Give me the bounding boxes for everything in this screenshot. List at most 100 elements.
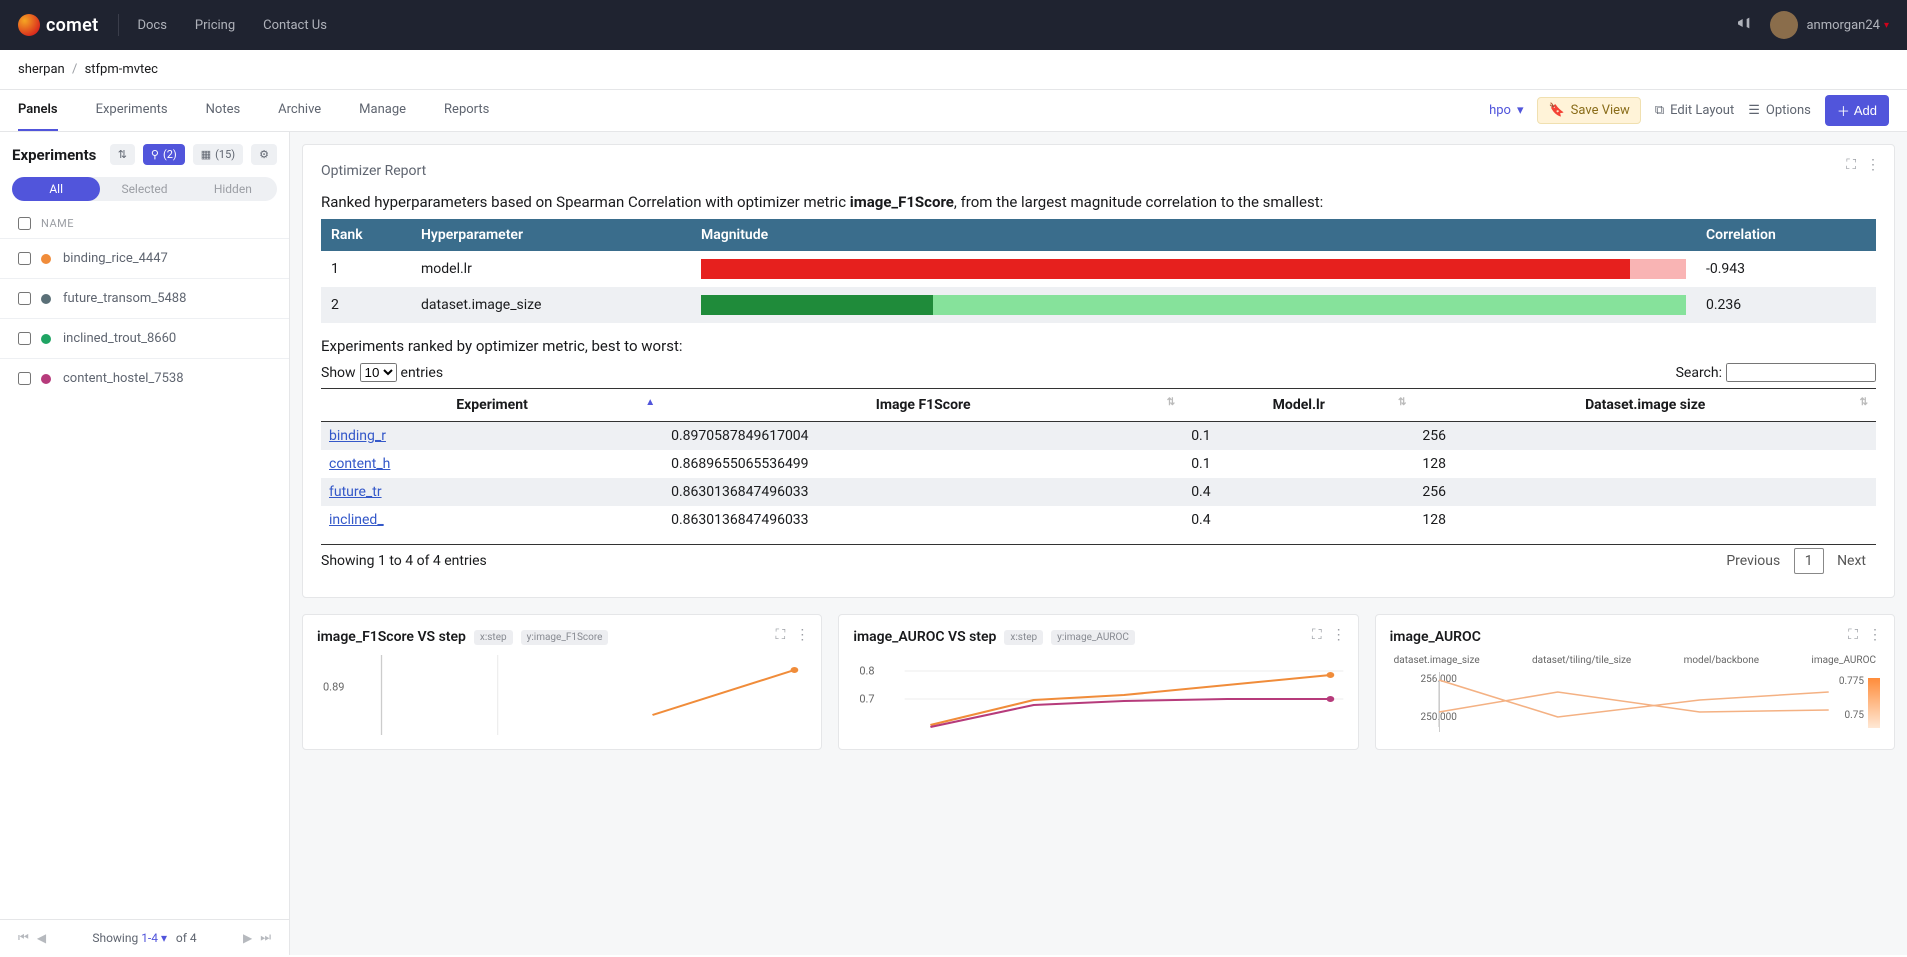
tab-reports[interactable]: Reports <box>444 90 489 131</box>
filter-button[interactable]: ⚲(2) <box>143 144 185 165</box>
pager-previous[interactable]: Previous <box>1716 549 1790 573</box>
breadcrumb-workspace[interactable]: sherpan <box>18 62 65 77</box>
x-axis-tag: x:step <box>474 630 513 645</box>
axis-label: image_AUROC <box>1811 655 1876 666</box>
magnitude-cell <box>691 287 1696 323</box>
datatable-controls: Show 10 entries Search: <box>321 363 1876 382</box>
param-cell: dataset.image_size <box>411 287 691 323</box>
experiment-checkbox[interactable] <box>18 332 31 345</box>
size-cell: 128 <box>1414 506 1876 534</box>
username-label[interactable]: anmorgan24 <box>1806 18 1880 33</box>
modellr-col-header[interactable]: Model.lr⇅ <box>1183 389 1414 422</box>
experiment-col-header[interactable]: Experiment▲ <box>321 389 663 422</box>
add-button[interactable]: ＋ Add <box>1825 95 1889 126</box>
edit-layout-button[interactable]: ⧉ Edit Layout <box>1655 103 1734 118</box>
pcoord-body[interactable]: 256.000 250.000 0.775 0.75 <box>1390 672 1880 732</box>
pager-next[interactable]: Next <box>1827 549 1876 573</box>
expand-icon[interactable]: ⛶ <box>1846 157 1856 173</box>
chart-body[interactable]: 0.8 0.7 <box>853 655 1343 735</box>
next-page-icon[interactable]: ▶ <box>239 931 256 945</box>
content-area: Experiments ⇅ ⚲(2) ▦(15) ⚙ All Selected … <box>0 132 1907 955</box>
entries-select[interactable]: 10 <box>360 363 397 382</box>
y-tick: 0.7 <box>859 693 874 706</box>
experiment-link[interactable]: inclined_ <box>329 512 384 528</box>
experiment-item[interactable]: binding_rice_4447 <box>0 238 289 278</box>
last-page-icon[interactable]: ⏭ <box>256 930 275 945</box>
experiment-name: future_transom_5488 <box>63 291 186 306</box>
experiment-link[interactable]: future_tr <box>329 484 382 500</box>
expand-icon[interactable]: ⛶ <box>1312 627 1322 643</box>
search-input[interactable] <box>1726 363 1876 382</box>
experiment-checkbox[interactable] <box>18 372 31 385</box>
project-tabbar: Panels Experiments Notes Archive Manage … <box>0 90 1907 132</box>
expand-icon[interactable]: ⛶ <box>776 627 786 643</box>
desc-suffix: , from the largest magnitude correlation… <box>954 193 1323 211</box>
y-tick: 0.89 <box>323 681 344 694</box>
color-dot-icon <box>41 254 51 264</box>
header-label: Experiment <box>456 397 528 413</box>
user-menu-chevron-icon[interactable]: ▾ <box>1884 20 1889 31</box>
experiment-link[interactable]: binding_r <box>329 428 386 444</box>
sort-button[interactable]: ⇅ <box>110 144 135 165</box>
x-axis-tag: x:step <box>1004 630 1043 645</box>
show-suffix: entries <box>401 365 444 381</box>
tab-archive[interactable]: Archive <box>278 90 321 131</box>
show-prefix: Show <box>321 365 356 381</box>
experiment-link[interactable]: content_h <box>329 456 390 472</box>
pill-hidden[interactable]: Hidden <box>189 177 277 201</box>
experiment-checkbox[interactable] <box>18 292 31 305</box>
user-avatar[interactable] <box>1770 11 1798 39</box>
chart-title: image_AUROC <box>1390 629 1481 645</box>
nav-contact[interactable]: Contact Us <box>263 18 327 33</box>
f1score-col-header[interactable]: Image F1Score⇅ <box>663 389 1183 422</box>
expand-icon[interactable]: ⛶ <box>1848 627 1858 643</box>
experiment-item[interactable]: future_transom_5488 <box>0 278 289 318</box>
experiment-item[interactable]: content_hostel_7538 <box>0 358 289 398</box>
view-selector[interactable]: hpo ▾ <box>1489 103 1523 118</box>
tab-manage[interactable]: Manage <box>359 90 406 131</box>
first-page-icon[interactable]: ⏮ <box>14 930 33 945</box>
announcements-icon[interactable] <box>1736 15 1752 35</box>
chart-body[interactable]: 0.89 <box>317 655 807 735</box>
nav-docs[interactable]: Docs <box>137 18 166 33</box>
tab-panels[interactable]: Panels <box>18 90 58 131</box>
pcoord-axis-labels: dataset.image_size dataset/tiling/tile_s… <box>1390 655 1880 666</box>
experiment-item[interactable]: inclined_trout_8660 <box>0 318 289 358</box>
nav-pricing[interactable]: Pricing <box>195 18 235 33</box>
pill-all[interactable]: All <box>12 177 100 201</box>
imagesize-col-header[interactable]: Dataset.image size⇅ <box>1414 389 1876 422</box>
columns-button[interactable]: ▦(15) <box>193 144 243 165</box>
color-dot-icon <box>41 294 51 304</box>
save-view-button[interactable]: 🔖 Save View <box>1537 97 1640 124</box>
select-all-checkbox[interactable] <box>18 217 31 230</box>
tab-experiments[interactable]: Experiments <box>96 90 168 131</box>
experiment-name: binding_rice_4447 <box>63 251 168 266</box>
more-icon[interactable]: ⋮ <box>795 627 809 643</box>
color-dot-icon <box>41 334 51 344</box>
showing-range: 1-4 <box>141 931 158 945</box>
options-button[interactable]: ☰ Options <box>1748 103 1811 118</box>
sidebar-title: Experiments <box>12 146 102 164</box>
settings-button[interactable]: ⚙ <box>251 144 277 165</box>
lr-cell: 0.4 <box>1183 478 1414 506</box>
experiment-checkbox[interactable] <box>18 252 31 265</box>
tab-notes[interactable]: Notes <box>206 90 241 131</box>
options-label: Options <box>1766 103 1811 118</box>
dropdown-caret-icon[interactable]: ▾ <box>158 931 167 945</box>
prev-page-icon[interactable]: ◀ <box>33 931 50 945</box>
breadcrumb-project[interactable]: stfpm-mvtec <box>85 62 158 77</box>
name-header-label: NAME <box>41 217 74 230</box>
pager-page-1[interactable]: 1 <box>1794 548 1824 574</box>
grid-icon: ▦ <box>201 148 211 161</box>
magnitude-cell <box>691 251 1696 287</box>
f1-cell: 0.8689655065536499 <box>663 450 1183 478</box>
pill-selected[interactable]: Selected <box>100 177 188 201</box>
size-cell: 256 <box>1414 478 1876 506</box>
more-icon[interactable]: ⋮ <box>1332 627 1346 643</box>
entries-info: Showing 1 to 4 of 4 entries <box>321 553 487 569</box>
more-icon[interactable]: ⋮ <box>1868 627 1882 643</box>
brand-logo[interactable]: comet <box>18 14 119 36</box>
more-icon[interactable]: ⋮ <box>1866 157 1880 173</box>
desc-prefix: Ranked hyperparameters based on Spearman… <box>321 193 850 211</box>
sidebar-footer: ⏮ ◀ Showing 1-4 ▾ of 4 ▶ ⏭ <box>0 919 289 955</box>
